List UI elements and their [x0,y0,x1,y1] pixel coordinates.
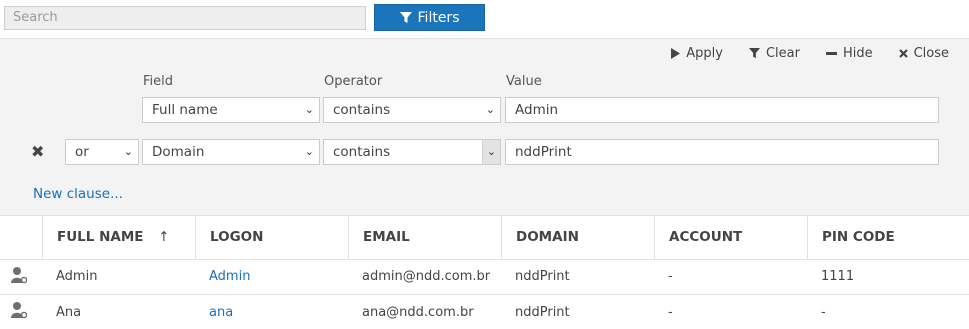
filter-icon [399,11,412,23]
cell-email: admin@ndd.com.br [362,269,491,284]
user-icon [11,302,27,319]
cell-account: - [668,305,673,320]
user-icon [11,267,27,284]
connector-select[interactable]: or ⌄ [65,139,139,165]
column-header-account[interactable]: ACCOUNT [655,215,808,259]
table-row[interactable]: Admin Admin admin@ndd.com.br nddPrint - … [0,260,969,294]
table-row[interactable]: Ana ana ana@ndd.com.br nddPrint - - [0,295,969,329]
operator-select-value: contains [333,102,391,118]
cell-pin-code: - [821,305,826,320]
search-input[interactable]: Search [4,6,366,30]
chevron-down-icon: ⌄ [485,103,495,116]
play-icon [671,48,681,59]
remove-clause-icon[interactable]: ✖ [31,142,44,161]
apply-button[interactable]: Apply [670,46,723,61]
value-input[interactable]: nddPrint [505,139,939,165]
field-header: Field [143,74,174,89]
chevron-down-icon: ⌄ [123,145,133,158]
column-header-email[interactable]: EMAIL [349,215,502,259]
cell-logon-link[interactable]: Admin [209,269,250,284]
chevron-down-icon: ⌄ [482,140,500,164]
cell-account: - [668,269,673,284]
filters-button[interactable]: Filters [374,4,485,31]
column-header-logon[interactable]: LOGON [196,215,349,259]
hide-label: Hide [842,46,873,61]
value-header: Value [506,74,542,89]
value-input[interactable]: Admin [505,97,939,123]
field-select[interactable]: Full name ⌄ [142,97,320,123]
minus-icon [825,52,837,55]
sort-asc-icon: ↑ [158,229,170,245]
close-button[interactable]: Close [898,46,949,61]
column-label: FULL NAME [57,229,144,245]
cell-logon-link[interactable]: ana [209,305,233,320]
operator-select[interactable]: contains ⌄ [323,97,501,123]
cell-email: ana@ndd.com.br [362,305,474,320]
cell-domain: nddPrint [515,269,570,284]
filter-toolbar: Apply Clear Hide Close [670,46,949,61]
hide-button[interactable]: Hide [825,46,873,61]
clear-label: Clear [765,46,800,61]
field-select-value: Full name [152,102,218,118]
operator-select[interactable]: contains ⌄ [323,139,501,165]
close-icon [898,49,908,58]
cell-full-name: Admin [56,269,98,284]
connector-select-value: or [75,144,89,160]
icon-column-header [0,215,43,259]
filter-panel [0,38,969,216]
cell-full-name: Ana [56,305,82,320]
operator-select-value: contains [333,144,391,160]
field-select[interactable]: Domain ⌄ [142,139,320,165]
apply-label: Apply [686,46,723,61]
clear-button[interactable]: Clear [748,46,800,61]
close-label: Close [913,46,949,61]
operator-header: Operator [324,74,383,89]
filters-button-label: Filters [417,9,460,26]
chevron-down-icon: ⌄ [304,103,314,116]
new-clause-link[interactable]: New clause... [33,186,123,202]
field-select-value: Domain [152,144,205,160]
chevron-down-icon: ⌄ [304,145,314,158]
cell-domain: nddPrint [515,305,570,320]
column-header-full-name[interactable]: FULL NAME ↑ [43,215,196,259]
cell-pin-code: 1111 [821,269,855,284]
column-header-pin-code[interactable]: PIN CODE [808,215,969,259]
column-header-domain[interactable]: DOMAIN [502,215,655,259]
filter-icon [748,48,760,59]
